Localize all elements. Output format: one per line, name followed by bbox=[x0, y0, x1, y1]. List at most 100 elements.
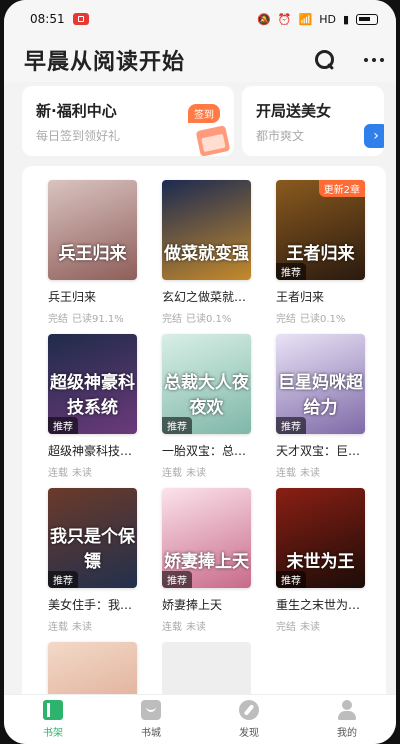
book-item[interactable]: 超级神豪科技系统 推荐超级神豪科技… 连载 未读 bbox=[48, 334, 140, 479]
book-item[interactable]: 末世为王 推荐重生之末世为… 完结 未读 bbox=[276, 488, 368, 633]
network-label: HD bbox=[319, 12, 336, 26]
alarm-icon: ⏰ bbox=[277, 12, 292, 26]
signal-icon: ▮ bbox=[342, 12, 349, 26]
book-item[interactable]: 总裁大人夜夜欢 推荐一胎双宝：总… 连载 未读 bbox=[162, 334, 254, 479]
mute-icon: 🔕 bbox=[257, 12, 271, 26]
book-status: 连载 未读 bbox=[48, 464, 140, 479]
serial-status: 完结 bbox=[48, 314, 68, 325]
recommend-badge: 推荐 bbox=[48, 571, 78, 588]
book-status: 完结 已读0.1% bbox=[162, 310, 254, 325]
search-icon[interactable] bbox=[314, 49, 336, 71]
book-item[interactable]: 我只是个保镖 推荐美女住手：我… 连载 未读 bbox=[48, 488, 140, 633]
serial-status: 连载 bbox=[162, 622, 182, 633]
serial-status: 完结 bbox=[276, 622, 296, 633]
book-title: 兵王归来 bbox=[48, 290, 97, 304]
promo-banner[interactable]: 开局送美女 都市爽文 › bbox=[242, 86, 384, 156]
book-title: 玄幻之做菜就… bbox=[162, 290, 247, 304]
signin-tag: 签到 bbox=[188, 104, 220, 123]
book-cover[interactable]: 王者归来 推荐 更新2章 bbox=[276, 180, 365, 280]
read-progress: 未读 bbox=[186, 468, 206, 479]
tab-label: 书架 bbox=[43, 728, 63, 739]
read-progress: 未读 bbox=[72, 468, 92, 479]
serial-status: 连载 bbox=[276, 468, 296, 479]
book-item[interactable]: 王者归来 推荐 更新2章 王者归来 完结 已读0.1% bbox=[276, 180, 368, 325]
app-header: 早晨从阅读开始 bbox=[4, 38, 396, 82]
book-item[interactable]: 做菜就变强玄幻之做菜就… 完结 已读0.1% bbox=[162, 180, 254, 325]
cover-title-art: 我只是个保镖 bbox=[50, 527, 135, 572]
bookshelf-icon bbox=[43, 700, 63, 720]
book-cover[interactable]: 我只是个保镖 推荐 bbox=[48, 488, 137, 588]
arrow-right-icon: › bbox=[364, 124, 384, 148]
book-item[interactable] bbox=[48, 642, 140, 696]
serial-status: 连载 bbox=[162, 468, 182, 479]
book-item[interactable]: 兵王归来 兵王归来 完结 已读91.1% bbox=[48, 180, 140, 325]
book-cover[interactable] bbox=[162, 642, 251, 696]
book-status: 连载 未读 bbox=[48, 618, 140, 633]
book-cover[interactable]: 娇妻捧上天 推荐 bbox=[162, 488, 251, 588]
book-status: 完结 已读91.1% bbox=[48, 310, 140, 325]
serial-status: 连载 bbox=[48, 468, 68, 479]
book-title: 超级神豪科技… bbox=[48, 444, 133, 458]
calendar-icon bbox=[195, 125, 231, 156]
serial-status: 连载 bbox=[48, 622, 68, 633]
book-title: 一胎双宝：总… bbox=[162, 444, 247, 458]
cover-title-art: 做菜就变强 bbox=[164, 244, 249, 264]
update-badge: 更新2章 bbox=[318, 180, 365, 197]
book-cover[interactable]: 兵王归来 bbox=[48, 180, 137, 280]
cover-title-art: 超级神豪科技系统 bbox=[50, 373, 135, 418]
tab-label: 我的 bbox=[337, 728, 357, 739]
banner-title: 开局送美女 bbox=[256, 102, 332, 120]
book-item[interactable]: 巨星妈咪超给力 推荐天才双宝：巨… 连载 未读 bbox=[276, 334, 368, 479]
serial-status: 完结 bbox=[162, 314, 182, 325]
bottom-tab-bar: 书架 书城 发现 我的 bbox=[4, 694, 396, 744]
recommend-badge: 推荐 bbox=[162, 417, 192, 434]
recommend-badge: 推荐 bbox=[276, 263, 306, 280]
tab-label: 发现 bbox=[239, 728, 259, 739]
book-title: 娇妻捧上天 bbox=[162, 598, 223, 612]
book-cover[interactable] bbox=[48, 642, 137, 696]
book-cover[interactable]: 总裁大人夜夜欢 推荐 bbox=[162, 334, 251, 434]
book-item[interactable] bbox=[162, 642, 254, 696]
book-title: 美女住手：我… bbox=[48, 598, 133, 612]
status-time: 08:51 bbox=[30, 12, 65, 26]
read-progress: 已读0.1% bbox=[186, 314, 232, 325]
book-title: 天才双宝：巨… bbox=[276, 444, 361, 458]
book-status: 完结 已读0.1% bbox=[276, 310, 368, 325]
tab-label: 书城 bbox=[141, 728, 161, 739]
read-progress: 已读0.1% bbox=[300, 314, 346, 325]
bookshelf-panel: 兵王归来 兵王归来 完结 已读91.1% 做菜就变强 玄幻之做菜就… 完结 已读0.1% 王者归… bbox=[22, 166, 386, 696]
read-progress: 已读91.1% bbox=[72, 314, 124, 325]
tab-bookshelf[interactable]: 书架 bbox=[23, 700, 83, 739]
banner-row: 新·福利中心 每日签到领好礼 签到 开局送美女 都市爽文 › bbox=[4, 82, 396, 156]
wifi-icon: 📶 bbox=[298, 12, 313, 26]
compass-icon bbox=[239, 700, 259, 720]
welfare-center-banner[interactable]: 新·福利中心 每日签到领好礼 签到 bbox=[22, 86, 234, 156]
more-icon[interactable] bbox=[364, 58, 384, 62]
book-cover[interactable]: 巨星妈咪超给力 推荐 bbox=[276, 334, 365, 434]
book-cover[interactable]: 做菜就变强 bbox=[162, 180, 251, 280]
recommend-badge: 推荐 bbox=[276, 571, 306, 588]
cover-title-art: 王者归来 bbox=[286, 244, 355, 264]
book-status: 连载 未读 bbox=[162, 464, 254, 479]
read-progress: 未读 bbox=[72, 622, 92, 633]
read-progress: 未读 bbox=[186, 622, 206, 633]
recommend-badge: 推荐 bbox=[162, 571, 192, 588]
book-status: 连载 未读 bbox=[162, 618, 254, 633]
book-status: 连载 未读 bbox=[276, 464, 368, 479]
status-bar: 08:51 🔕 ⏰ 📶 HD ▮ bbox=[4, 0, 396, 38]
book-title: 王者归来 bbox=[276, 290, 325, 304]
cover-title-art: 娇妻捧上天 bbox=[164, 552, 249, 572]
cover-title-art: 巨星妈咪超给力 bbox=[278, 373, 363, 418]
store-icon bbox=[141, 700, 161, 720]
tab-bookstore[interactable]: 书城 bbox=[121, 700, 181, 739]
book-cover[interactable]: 超级神豪科技系统 推荐 bbox=[48, 334, 137, 434]
book-cover[interactable]: 末世为王 推荐 bbox=[276, 488, 365, 588]
read-progress: 未读 bbox=[300, 622, 320, 633]
book-item[interactable]: 娇妻捧上天 推荐 娇妻捧上天 连载 未读 bbox=[162, 488, 254, 633]
tab-discover[interactable]: 发现 bbox=[219, 700, 279, 739]
book-status: 完结 未读 bbox=[276, 618, 368, 633]
user-icon bbox=[337, 700, 357, 720]
tab-me[interactable]: 我的 bbox=[317, 700, 377, 739]
cover-title-art: 兵王归来 bbox=[58, 244, 127, 264]
book-title: 重生之末世为… bbox=[276, 598, 361, 612]
